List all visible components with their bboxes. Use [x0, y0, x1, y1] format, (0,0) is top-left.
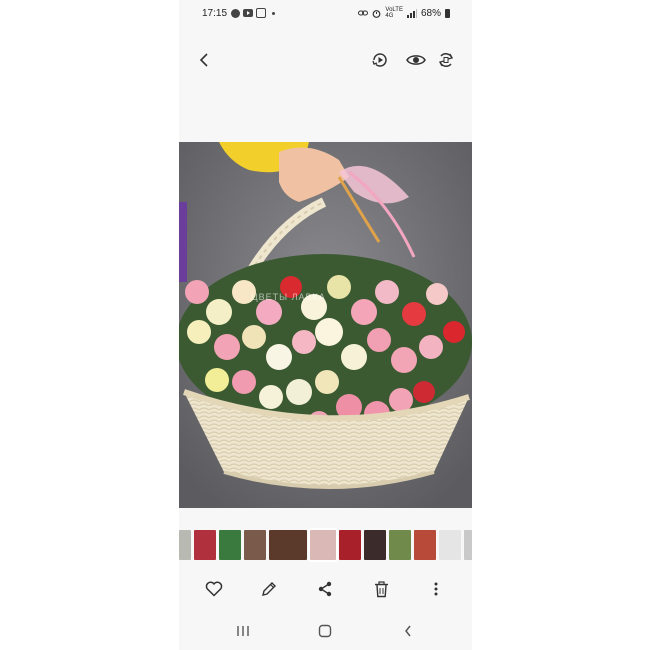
more-options-button[interactable] [425, 578, 447, 600]
thumbnail[interactable] [339, 530, 361, 560]
thumbnail[interactable] [219, 530, 241, 560]
flower-basket-photo[interactable]: ЦВЕТЫ ЛАВКА [179, 142, 472, 508]
home-icon [318, 624, 332, 638]
eye-icon [406, 55, 426, 65]
link-icon [358, 10, 369, 16]
thumbnail[interactable] [464, 530, 472, 560]
share-button[interactable] [314, 578, 336, 600]
recents-icon [237, 626, 249, 636]
photo-actions [179, 574, 472, 604]
network-type: VoLTE 4G [385, 7, 403, 19]
battery-icon [445, 8, 450, 18]
status-bar: 17:15 VoLTE 4G 68% [179, 0, 472, 28]
auto-rotate-button[interactable] [434, 48, 458, 72]
notification-dot-icon [231, 8, 240, 18]
notification-icons [231, 8, 275, 18]
signal-icon [406, 8, 417, 18]
system-icons: VoLTE 4G 68% [358, 7, 450, 19]
thumbnail[interactable] [364, 530, 386, 560]
system-navigation-bar [179, 618, 472, 644]
instagram-icon [256, 8, 266, 18]
status-time: 17:15 [202, 8, 228, 19]
pencil-icon [262, 582, 276, 596]
nav-back-button[interactable] [397, 621, 419, 641]
battery-percent: 68% [420, 7, 441, 19]
photo-image [179, 142, 472, 508]
trash-icon [374, 580, 388, 597]
recents-button[interactable] [232, 621, 254, 641]
thumbnail[interactable] [269, 530, 307, 560]
home-button[interactable] [314, 621, 336, 641]
more-notifications-icon [272, 11, 275, 15]
youtube-icon [243, 9, 253, 17]
thumbnail[interactable] [389, 530, 411, 560]
thumbnail[interactable] [414, 530, 436, 560]
heart-icon [205, 581, 223, 597]
thumbnail-selected[interactable] [308, 528, 338, 562]
gallery-toolbar [179, 40, 472, 80]
chevron-left-icon [199, 53, 208, 67]
bixby-vision-button[interactable] [404, 48, 428, 72]
delete-button[interactable] [370, 578, 392, 600]
thumbnail[interactable] [244, 530, 266, 560]
thumbnail[interactable] [194, 530, 216, 560]
phone-screen: 17:15 VoLTE 4G 68% ЦВЕТЫ ЛАВКА [179, 0, 472, 650]
alarm-icon [373, 9, 381, 18]
more-vertical-icon [434, 582, 438, 596]
photo-watermark: ЦВЕТЫ ЛАВКА [251, 292, 326, 302]
thumbnail[interactable] [179, 530, 191, 560]
back-button[interactable] [193, 48, 217, 72]
filmstrip [179, 528, 472, 562]
auto-rotate-icon [439, 53, 453, 67]
remaster-button[interactable] [368, 48, 392, 72]
thumbnail[interactable] [439, 530, 461, 560]
edit-button[interactable] [258, 578, 280, 600]
favorite-button[interactable] [203, 578, 225, 600]
back-icon [405, 625, 411, 637]
share-icon [318, 581, 332, 597]
remaster-icon [372, 53, 387, 67]
